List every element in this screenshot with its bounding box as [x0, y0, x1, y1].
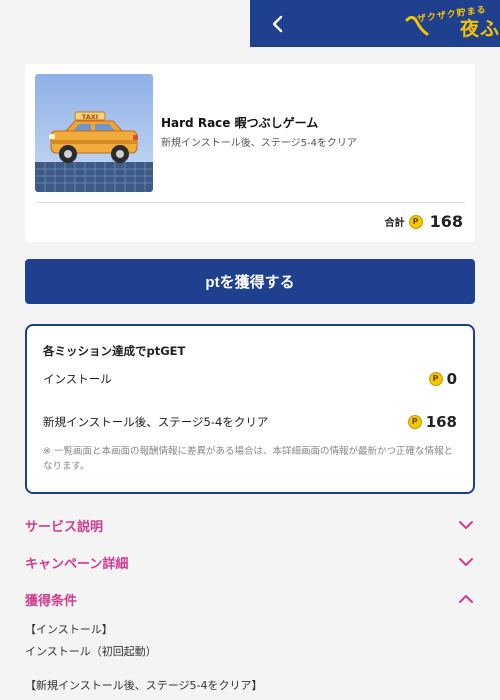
service-description-toggle[interactable]: サービス説明 [25, 512, 475, 538]
mission-points: P 0 [428, 370, 457, 388]
logo-wordmark: 夜ふ [460, 18, 500, 40]
mission-label: 新規インストール後、ステージ5-4をクリア [43, 415, 269, 429]
back-button[interactable] [264, 10, 292, 38]
chevron-down-icon [457, 553, 475, 571]
mission-heading: 各ミッション達成でptGET [43, 344, 186, 358]
condition-heading: 【新規インストール後、ステージ5-4をクリア】 [25, 679, 263, 692]
chevron-up-icon [457, 590, 475, 608]
total-label: 合計 [384, 218, 405, 229]
divider [35, 202, 465, 203]
mission-note: ※ 一覧画面と本画面の報酬情報に差異がある場合は、本詳細画面の情報が最新かつ正確… [43, 446, 453, 472]
section-title: キャンペーン詳細 [25, 556, 129, 572]
section-title: サービス説明 [25, 519, 104, 535]
app-title: Hard Race 暇つぶしゲーム [161, 116, 319, 130]
app-thumbnail[interactable]: TAXI [35, 74, 153, 192]
mission-panel: 各ミッション達成でptGET インストール P 0 新規インストール後、ステージ… [25, 324, 475, 494]
point-coin-icon: P [428, 372, 443, 386]
mission-label: インストール [43, 372, 112, 386]
total-value: 168 [429, 212, 463, 231]
app-card: TAXI Hard Race 暇つぶしゲーム 新規インストール後、ステージ5-4… [25, 64, 475, 242]
brand-logo[interactable]: ザクザク貯まる 夜ふ [405, 5, 500, 42]
point-coin-icon: P [407, 415, 422, 429]
mission-item: 新規インストール後、ステージ5-4をクリア P 168 [43, 413, 457, 431]
mission-points-value: 0 [446, 370, 457, 388]
chevron-left-icon [272, 15, 283, 33]
condition-text: インストール（初回起動） [25, 645, 157, 658]
svg-text:TAXI: TAXI [82, 113, 98, 121]
header-bar: ザクザク貯まる 夜ふ [250, 0, 500, 47]
mission-points-value: 168 [425, 413, 457, 431]
total-points: 合計 P 168 [385, 212, 463, 231]
campaign-details-toggle[interactable]: キャンペーン詳細 [25, 549, 475, 575]
condition-heading: 【インストール】 [25, 623, 113, 636]
conditions-toggle[interactable]: 獲得条件 [25, 586, 475, 612]
section-title: 獲得条件 [25, 593, 78, 609]
mission-item: インストール P 0 [43, 370, 457, 388]
get-points-button[interactable]: ptを獲得する [25, 259, 475, 304]
point-coin-icon: P [408, 214, 423, 229]
app-description: 新規インストール後、ステージ5-4をクリア [161, 138, 357, 149]
chevron-down-icon [457, 516, 475, 534]
mission-points: P 168 [407, 413, 457, 431]
